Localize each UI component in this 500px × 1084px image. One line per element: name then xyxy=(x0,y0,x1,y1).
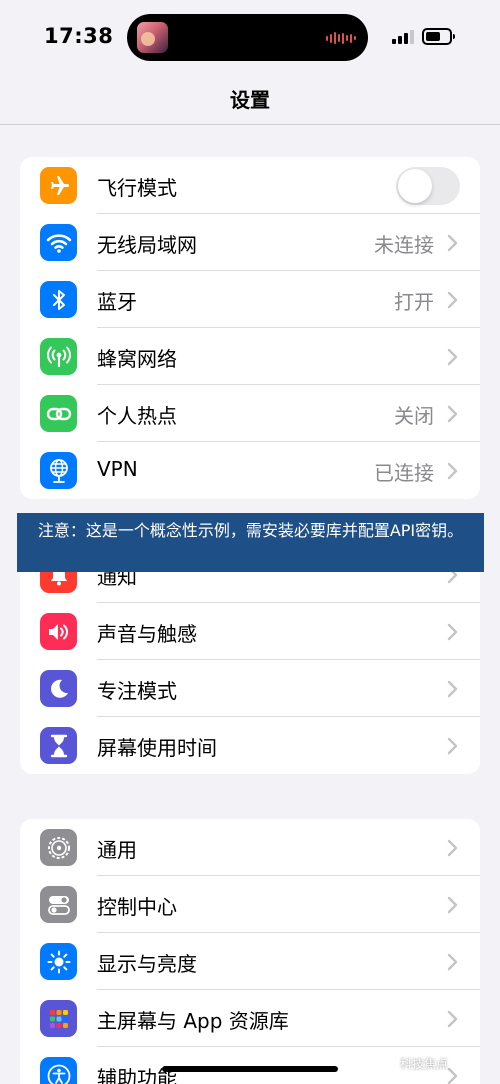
wifi-icon xyxy=(40,224,77,261)
settings-row-focus[interactable]: 专注模式 xyxy=(20,660,480,717)
settings-row-display[interactable]: 显示与亮度 xyxy=(20,933,480,990)
status-bar: 17:38 xyxy=(0,0,500,72)
chevron-right-icon xyxy=(447,234,458,252)
speaker-icon xyxy=(40,613,77,650)
settings-row-label: VPN xyxy=(97,457,138,481)
chevron-right-icon xyxy=(447,953,458,971)
hotspot-icon xyxy=(40,395,77,432)
switches-icon xyxy=(40,886,77,923)
now-playing-artwork xyxy=(137,22,168,53)
dynamic-island[interactable] xyxy=(127,14,368,61)
chevron-right-icon xyxy=(447,405,458,423)
settings-row-hotspot[interactable]: 个人热点 关闭 xyxy=(20,385,480,442)
settings-row-label: 显示与亮度 xyxy=(97,952,197,976)
status-time: 17:38 xyxy=(44,24,114,48)
settings-row-vpn[interactable]: VPN 已连接 xyxy=(20,442,480,499)
chevron-right-icon xyxy=(447,462,458,480)
settings-row-sounds[interactable]: 声音与触感 xyxy=(20,603,480,660)
settings-row-label: 蜂窝网络 xyxy=(97,347,177,371)
settings-row-label: 控制中心 xyxy=(97,895,177,919)
chevron-right-icon xyxy=(447,680,458,698)
settings-row-bluetooth[interactable]: 蓝牙 打开 xyxy=(20,271,480,328)
chevron-right-icon xyxy=(447,623,458,641)
settings-row-value: 未连接 xyxy=(374,233,434,257)
home-indicator[interactable] xyxy=(162,1066,338,1072)
chevron-right-icon xyxy=(447,1067,458,1084)
settings-row-label: 屏幕使用时间 xyxy=(97,736,217,760)
settings-row-control-center[interactable]: 控制中心 xyxy=(20,876,480,933)
settings-row-general[interactable]: 通用 xyxy=(20,819,480,876)
settings-row-home-screen[interactable]: 主屏幕与 App 资源库 xyxy=(20,990,480,1047)
chevron-right-icon xyxy=(447,348,458,366)
settings-group-notifications: 通知 声音与触感 专注模式 屏幕使用时间 xyxy=(20,546,480,774)
settings-group-general: 通用 控制中心 显示与亮度 主屏幕与 App 资源库 辅助功能 xyxy=(20,819,480,1084)
bluetooth-icon xyxy=(40,281,77,318)
chevron-right-icon xyxy=(447,737,458,755)
airplane-icon xyxy=(40,167,77,204)
settings-row-label: 通用 xyxy=(97,838,137,862)
watermark: 科技焦点 xyxy=(400,1057,449,1071)
airplane-mode-toggle[interactable] xyxy=(396,167,460,205)
settings-row-label: 专注模式 xyxy=(97,679,177,703)
app-grid-icon xyxy=(40,1000,77,1037)
chevron-right-icon xyxy=(447,291,458,309)
settings-row-wifi[interactable]: 无线局域网 未连接 xyxy=(20,214,480,271)
settings-row-cellular[interactable]: 蜂窝网络 xyxy=(20,328,480,385)
chevron-right-icon xyxy=(447,839,458,857)
cellular-signal-icon xyxy=(392,30,414,44)
settings-row-label: 声音与触感 xyxy=(97,622,197,646)
audio-waveform-icon xyxy=(326,31,356,45)
settings-row-label: 蓝牙 xyxy=(97,290,137,314)
vpn-globe-icon xyxy=(40,452,77,489)
hourglass-icon xyxy=(40,727,77,764)
settings-row-value: 已连接 xyxy=(374,461,434,485)
settings-row-screen-time[interactable]: 屏幕使用时间 xyxy=(20,717,480,774)
cellular-icon xyxy=(40,338,77,375)
settings-row-label: 无线局域网 xyxy=(97,233,197,257)
settings-row-label: 主屏幕与 App 资源库 xyxy=(97,1009,289,1033)
notice-banner: 注意：这是一个概念性示例，需安装必要库并配置API密钥。 xyxy=(17,513,484,572)
settings-row-value: 关闭 xyxy=(394,404,434,428)
settings-row-label: 个人热点 xyxy=(97,404,177,428)
chevron-right-icon xyxy=(447,896,458,914)
battery-icon xyxy=(422,28,455,45)
accessibility-icon xyxy=(40,1057,77,1084)
moon-icon xyxy=(40,670,77,707)
chevron-right-icon xyxy=(447,1010,458,1028)
settings-row-airplane-mode[interactable]: 飞行模式 xyxy=(20,157,480,214)
settings-row-value: 打开 xyxy=(394,290,434,314)
nav-divider xyxy=(0,124,500,125)
page-title: 设置 xyxy=(230,88,270,112)
settings-group-connectivity: 飞行模式 无线局域网 未连接 蓝牙 打开 蜂窝网络 个人热点 关闭 VPN 已连… xyxy=(20,157,480,499)
sun-icon xyxy=(40,943,77,980)
settings-row-label: 飞行模式 xyxy=(97,176,177,200)
gear-icon xyxy=(40,829,77,866)
